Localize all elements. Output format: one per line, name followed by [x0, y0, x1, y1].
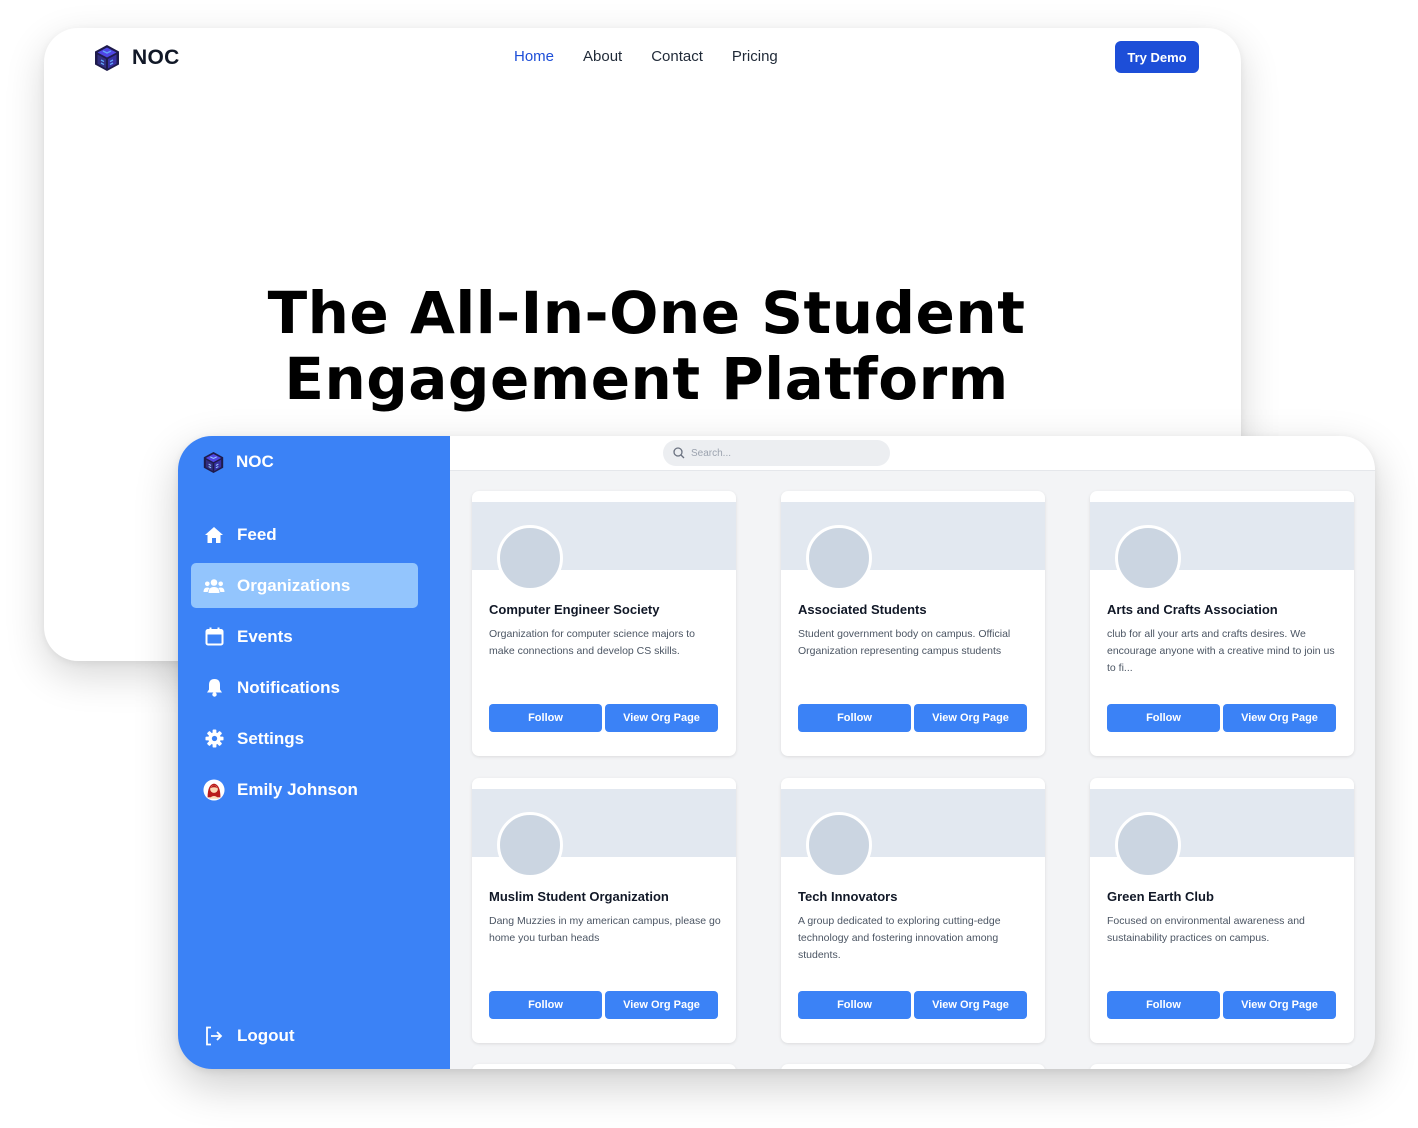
sidebar-item-organizations[interactable]: Organizations	[191, 563, 418, 608]
view-org-page-button[interactable]: View Org Page	[605, 991, 718, 1019]
nav-pricing-link[interactable]: Pricing	[732, 48, 778, 65]
org-card: Associated Students Student government b…	[781, 491, 1045, 756]
org-description: Dang Muzzies in my american campus, plea…	[489, 915, 721, 944]
nav-contact-link[interactable]: Contact	[651, 48, 703, 65]
view-org-page-button[interactable]: View Org Page	[914, 991, 1027, 1019]
view-org-page-button[interactable]: View Org Page	[605, 704, 718, 732]
sidebar-item-feed[interactable]: Feed	[191, 512, 418, 557]
org-actions: Follow View Org Page	[1107, 704, 1336, 732]
org-avatar[interactable]	[497, 525, 563, 591]
logout-icon	[203, 1025, 225, 1047]
org-card	[781, 1064, 1045, 1069]
follow-button[interactable]: Follow	[489, 991, 602, 1019]
sidebar-item-label: Organizations	[237, 575, 351, 595]
org-description: club for all your arts and crafts desire…	[1107, 628, 1335, 674]
org-name[interactable]: Associated Students	[798, 602, 1033, 617]
follow-button[interactable]: Follow	[798, 991, 911, 1019]
cube-logo-icon	[203, 451, 224, 473]
org-actions: Follow View Org Page	[1107, 991, 1336, 1019]
sidebar: NOC Feed Organizations Events Notificati	[178, 436, 450, 1069]
hero-line-1: The All-In-One Student	[267, 279, 1026, 347]
org-name[interactable]: Muslim Student Organization	[489, 889, 724, 904]
sidebar-item-label: Events	[237, 626, 293, 646]
follow-button[interactable]: Follow	[1107, 991, 1220, 1019]
org-name[interactable]: Arts and Crafts Association	[1107, 602, 1342, 617]
view-org-page-button[interactable]: View Org Page	[914, 704, 1027, 732]
org-actions: Follow View Org Page	[798, 991, 1027, 1019]
app-window: NOC Feed Organizations Events Notificati	[178, 436, 1375, 1069]
org-card: Arts and Crafts Association club for all…	[1090, 491, 1354, 756]
try-demo-button[interactable]: Try Demo	[1115, 41, 1199, 73]
org-name[interactable]: Green Earth Club	[1107, 889, 1342, 904]
home-icon	[203, 524, 225, 546]
sidebar-item-label: Feed	[237, 524, 277, 544]
sidebar-logo[interactable]: NOC	[203, 449, 274, 475]
org-description: Focused on environmental awareness and s…	[1107, 915, 1305, 944]
logout-button[interactable]: Logout	[191, 1013, 418, 1058]
hero-line-2: Engagement Platform	[284, 345, 1009, 413]
landing-logo[interactable]: NOC	[94, 43, 180, 73]
landing-nav: Home About Contact Pricing	[514, 48, 778, 65]
search-icon	[673, 447, 685, 459]
org-card: Computer Engineer Society Organization f…	[472, 491, 736, 756]
sidebar-item-label: Emily Johnson	[237, 779, 358, 799]
org-card: Tech Innovators A group dedicated to exp…	[781, 778, 1045, 1043]
org-avatar[interactable]	[806, 812, 872, 878]
org-avatar[interactable]	[497, 812, 563, 878]
search-input[interactable]	[691, 447, 871, 459]
sidebar-item-settings[interactable]: Settings	[191, 716, 418, 761]
view-org-page-button[interactable]: View Org Page	[1223, 991, 1336, 1019]
search-bar[interactable]	[663, 440, 890, 466]
org-description: Organization for computer science majors…	[489, 628, 696, 657]
nav-home-link[interactable]: Home	[514, 48, 554, 65]
follow-button[interactable]: Follow	[1107, 704, 1220, 732]
sidebar-brand-name: NOC	[236, 452, 274, 471]
follow-button[interactable]: Follow	[798, 704, 911, 732]
org-actions: Follow View Org Page	[489, 991, 718, 1019]
org-name[interactable]: Tech Innovators	[798, 889, 1033, 904]
avatar	[203, 778, 225, 801]
calendar-icon	[203, 626, 225, 648]
org-description: A group dedicated to exploring cutting-e…	[798, 915, 1001, 961]
sidebar-item-label: Settings	[237, 728, 305, 748]
landing-brand-name: NOC	[132, 46, 180, 69]
view-org-page-button[interactable]: View Org Page	[1223, 704, 1336, 732]
sidebar-item-profile[interactable]: Emily Johnson	[191, 767, 418, 812]
logout-label: Logout	[237, 1025, 295, 1045]
org-avatar[interactable]	[1115, 525, 1181, 591]
sidebar-item-notifications[interactable]: Notifications	[191, 665, 418, 710]
org-card	[472, 1064, 736, 1069]
hero-heading: The All-In-One Student Engagement Platfo…	[44, 280, 1249, 412]
org-name[interactable]: Computer Engineer Society	[489, 602, 724, 617]
cube-logo-icon	[95, 45, 119, 71]
org-card: Green Earth Club Focused on environmenta…	[1090, 778, 1354, 1043]
topbar	[450, 436, 1375, 471]
org-description: Student government body on campus. Offic…	[798, 628, 1011, 657]
org-avatar[interactable]	[806, 525, 872, 591]
org-avatar[interactable]	[1115, 812, 1181, 878]
org-actions: Follow View Org Page	[489, 704, 718, 732]
org-card	[1090, 1064, 1354, 1069]
sidebar-item-label: Notifications	[237, 677, 340, 697]
gear-icon	[203, 728, 225, 750]
follow-button[interactable]: Follow	[489, 704, 602, 732]
org-actions: Follow View Org Page	[798, 704, 1027, 732]
org-card: Muslim Student Organization Dang Muzzies…	[472, 778, 736, 1043]
bell-icon	[203, 677, 225, 699]
sidebar-item-events[interactable]: Events	[191, 614, 418, 659]
nav-about-link[interactable]: About	[583, 48, 622, 65]
users-icon	[203, 575, 225, 597]
